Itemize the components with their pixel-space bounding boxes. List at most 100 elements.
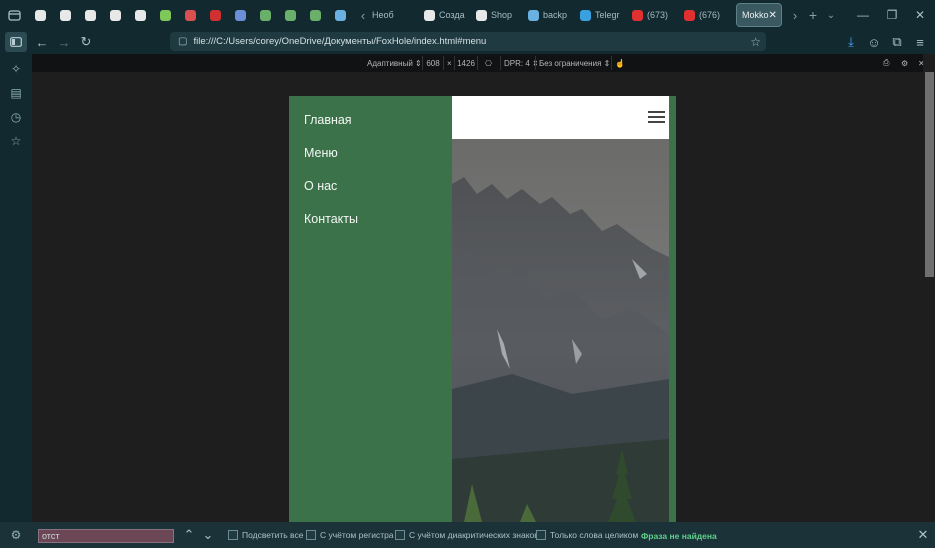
sidebar-toggle-icon[interactable]: [5, 32, 27, 52]
menu-icon[interactable]: ≡: [909, 32, 931, 52]
history-icon[interactable]: ◷: [5, 107, 27, 127]
minimize-icon[interactable]: —: [848, 0, 878, 30]
mountain-photo: [452, 139, 669, 522]
tab-6[interactable]: [179, 3, 204, 27]
site-nav-item-1[interactable]: Меню: [304, 146, 338, 160]
find-settings-gear-icon[interactable]: ⚙: [5, 525, 27, 545]
tab-label: Shop: [491, 10, 513, 20]
ai-sparkle-icon[interactable]: ✧: [5, 59, 27, 79]
site-nav-item-3[interactable]: Контакты: [304, 212, 358, 226]
touch-simulation-icon[interactable]: ☝: [611, 56, 628, 70]
highlight-all-checkbox[interactable]: Подсветить все: [228, 530, 303, 540]
device-mode-select[interactable]: Адаптивный ⇕: [364, 56, 425, 70]
downloads-icon[interactable]: ⤓: [840, 32, 862, 52]
rotate-viewport-icon[interactable]: ⎔: [482, 56, 495, 70]
find-input[interactable]: [38, 529, 174, 543]
k-logo-icon: [110, 9, 121, 21]
tab-labeled-0[interactable]: Созда: [424, 3, 476, 27]
tab-labeled-2[interactable]: backp: [528, 3, 580, 27]
tab-1[interactable]: [54, 3, 79, 27]
find-next-icon[interactable]: ⌄: [197, 525, 219, 545]
wave-icon: [528, 9, 539, 21]
browser-sidebar: ✧ ▤ ◷ ☆ ⚙: [0, 54, 32, 545]
tab-prefix[interactable]: Необ: [372, 3, 424, 27]
tab-4[interactable]: [129, 3, 154, 27]
hammer-icon: [60, 9, 71, 21]
viewport-width-input[interactable]: 608: [422, 56, 444, 70]
screenshot-icon[interactable]: ⎙: [880, 56, 892, 70]
tab-label: Созда: [439, 10, 465, 20]
seven-logo-icon: [160, 9, 171, 21]
tab-labeled-3[interactable]: Telegr: [580, 3, 632, 27]
close-find-icon[interactable]: ✕: [912, 525, 934, 545]
tab-7[interactable]: [204, 3, 229, 27]
close-window-icon[interactable]: ✕: [905, 0, 935, 30]
site-nav-item-0[interactable]: Главная: [304, 113, 352, 127]
tab-label: Telegr: [595, 10, 620, 20]
tab-10[interactable]: [279, 3, 304, 27]
scroll-tabs-left-icon[interactable]: ‹: [354, 8, 372, 23]
network-throttle-select[interactable]: Без ограничения ⇕: [535, 56, 613, 70]
tab-12[interactable]: [329, 3, 354, 27]
tab-bar: ‹ Необ Созда Shop backp Telegr (673) (676) Mo…: [0, 0, 935, 30]
responsive-settings-icon[interactable]: ⚙: [898, 56, 911, 70]
tab-label: (673): [647, 10, 669, 20]
scroll-tabs-right-icon[interactable]: ›: [786, 8, 804, 23]
tab-labeled-5[interactable]: (676): [684, 3, 736, 27]
vertical-scrollbar[interactable]: [923, 54, 935, 522]
tab-labeled-4[interactable]: (673): [632, 3, 684, 27]
restore-icon[interactable]: ❐: [877, 0, 907, 30]
tab-8[interactable]: [229, 3, 254, 27]
page-right-border: [669, 96, 676, 522]
tab-3[interactable]: [104, 3, 129, 27]
responsive-toolbar: Адаптивный ⇕ 608 × 1426 ⎔ DPR: 4 ⇕ Без о…: [32, 54, 925, 72]
new-tab-icon[interactable]: +: [804, 7, 822, 23]
scrollbar-thumb[interactable]: [925, 72, 934, 277]
address-url[interactable]: file:///C:/Users/corey/OneDrive/Документ…: [193, 36, 486, 47]
red-app-icon: [185, 9, 196, 21]
hamburger-menu-icon[interactable]: [648, 108, 665, 125]
tab-5[interactable]: [154, 3, 179, 27]
w-logo-icon: [310, 9, 321, 21]
tab-overview-icon[interactable]: [1, 5, 27, 25]
site-page: Главная Меню О нас Контакты: [289, 96, 676, 522]
hh-logo-icon: [210, 9, 221, 21]
tab-2[interactable]: [79, 3, 104, 27]
tab-label: backp: [543, 10, 568, 20]
whole-words-checkbox[interactable]: Только слова целиком: [536, 530, 638, 540]
telegram-icon: [580, 9, 591, 21]
viewport-height-input[interactable]: 1426: [454, 56, 478, 70]
address-bar[interactable]: ▢ file:///C:/Users/corey/OneDrive/Докуме…: [170, 32, 766, 51]
k-logo-icon: [424, 9, 435, 21]
youtube-icon: [632, 9, 643, 21]
tabs-dropdown-icon[interactable]: ⌄: [822, 10, 840, 21]
profile-icon[interactable]: ☺: [863, 32, 885, 52]
page-file-icon: ▢: [178, 36, 188, 47]
k-logo-icon: [476, 9, 487, 21]
match-diacritics-checkbox[interactable]: С учётом диакритических знаков: [395, 530, 539, 540]
tab-active-label: Mokko: [742, 10, 769, 20]
hammer-icon: [85, 9, 96, 21]
w-logo-icon: [260, 9, 271, 21]
saved-pages-icon[interactable]: ▤: [5, 83, 27, 103]
tab-9[interactable]: [254, 3, 279, 27]
match-case-checkbox[interactable]: С учётом регистра: [306, 530, 394, 540]
back-icon[interactable]: ←: [31, 32, 53, 52]
extensions-icon[interactable]: ⧉: [886, 32, 908, 52]
tab-labeled-1[interactable]: Shop: [476, 3, 528, 27]
tab-11[interactable]: [304, 3, 329, 27]
find-status: Фраза не найдена: [641, 531, 717, 541]
tab-0[interactable]: [29, 3, 54, 27]
reload-icon[interactable]: ↻: [75, 32, 97, 52]
site-nav-item-2[interactable]: О нас: [304, 179, 337, 193]
globe-icon: [235, 9, 246, 21]
tab-label: (676): [699, 10, 721, 20]
close-tab-icon[interactable]: ✕: [769, 10, 777, 21]
forward-icon[interactable]: →: [53, 32, 75, 52]
site-header: [452, 96, 669, 139]
youtube-icon: [684, 9, 695, 21]
w-logo-icon: [285, 9, 296, 21]
bookmark-star-icon[interactable]: ☆: [750, 35, 761, 49]
favorites-star-icon[interactable]: ☆: [5, 131, 27, 151]
tab-active[interactable]: Mokko ✕: [736, 3, 782, 27]
